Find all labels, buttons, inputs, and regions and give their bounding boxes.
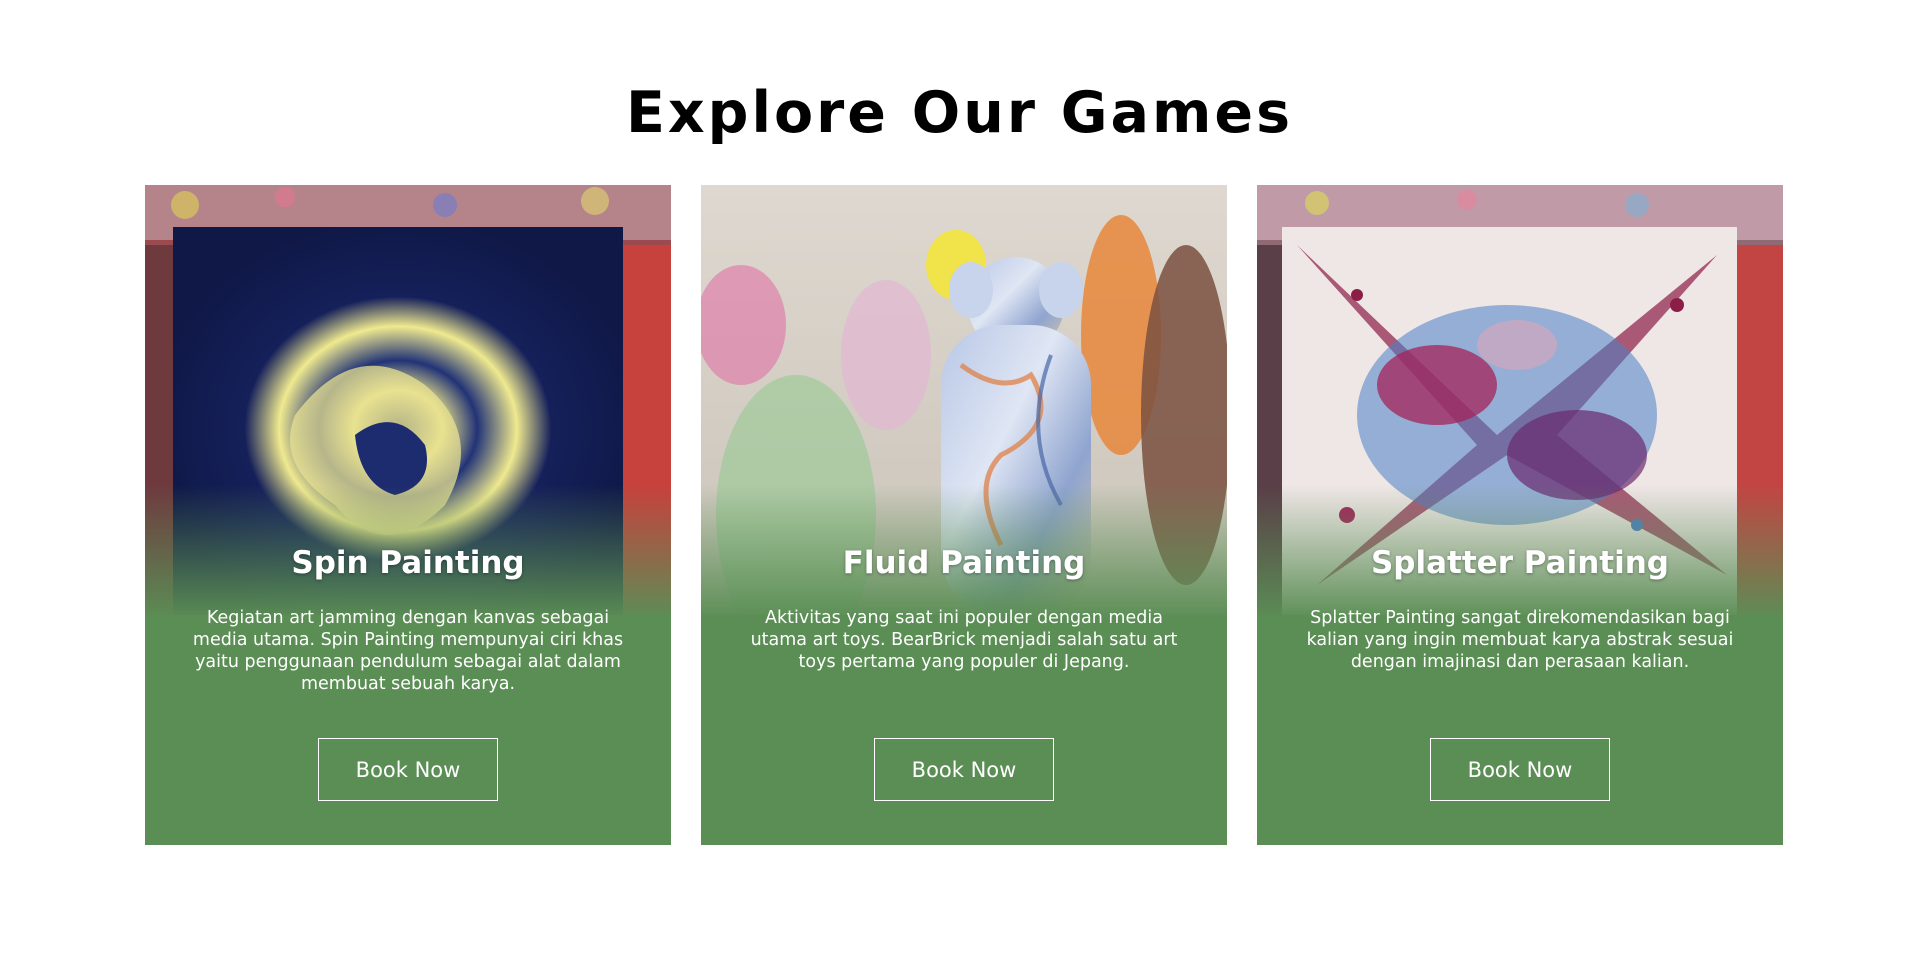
games-section: Explore Our Games Spin Painting Kegiatan…	[0, 0, 1919, 968]
section-title: Explore Our Games	[625, 80, 1294, 146]
card-title: Splatter Painting	[1370, 545, 1669, 581]
book-now-button[interactable]: Book Now	[1430, 738, 1610, 801]
games-card-list: Spin Painting Kegiatan art jamming denga…	[145, 185, 1783, 845]
card-title: Fluid Painting	[842, 545, 1086, 581]
card-description: Kegiatan art jamming dengan kanvas sebag…	[192, 608, 624, 694]
game-card-splatter-painting: Splatter Painting Splatter Painting sang…	[1257, 185, 1783, 845]
card-title: Spin Painting	[291, 545, 525, 581]
book-now-button[interactable]: Book Now	[874, 738, 1054, 801]
game-card-spin-painting: Spin Painting Kegiatan art jamming denga…	[145, 185, 671, 845]
card-description: Splatter Painting sangat direkomendasika…	[1306, 608, 1734, 672]
book-now-button[interactable]: Book Now	[318, 738, 498, 801]
game-card-fluid-painting: Fluid Painting Aktivitas yang saat ini p…	[701, 185, 1227, 845]
card-description: Aktivitas yang saat ini populer dengan m…	[750, 608, 1178, 672]
